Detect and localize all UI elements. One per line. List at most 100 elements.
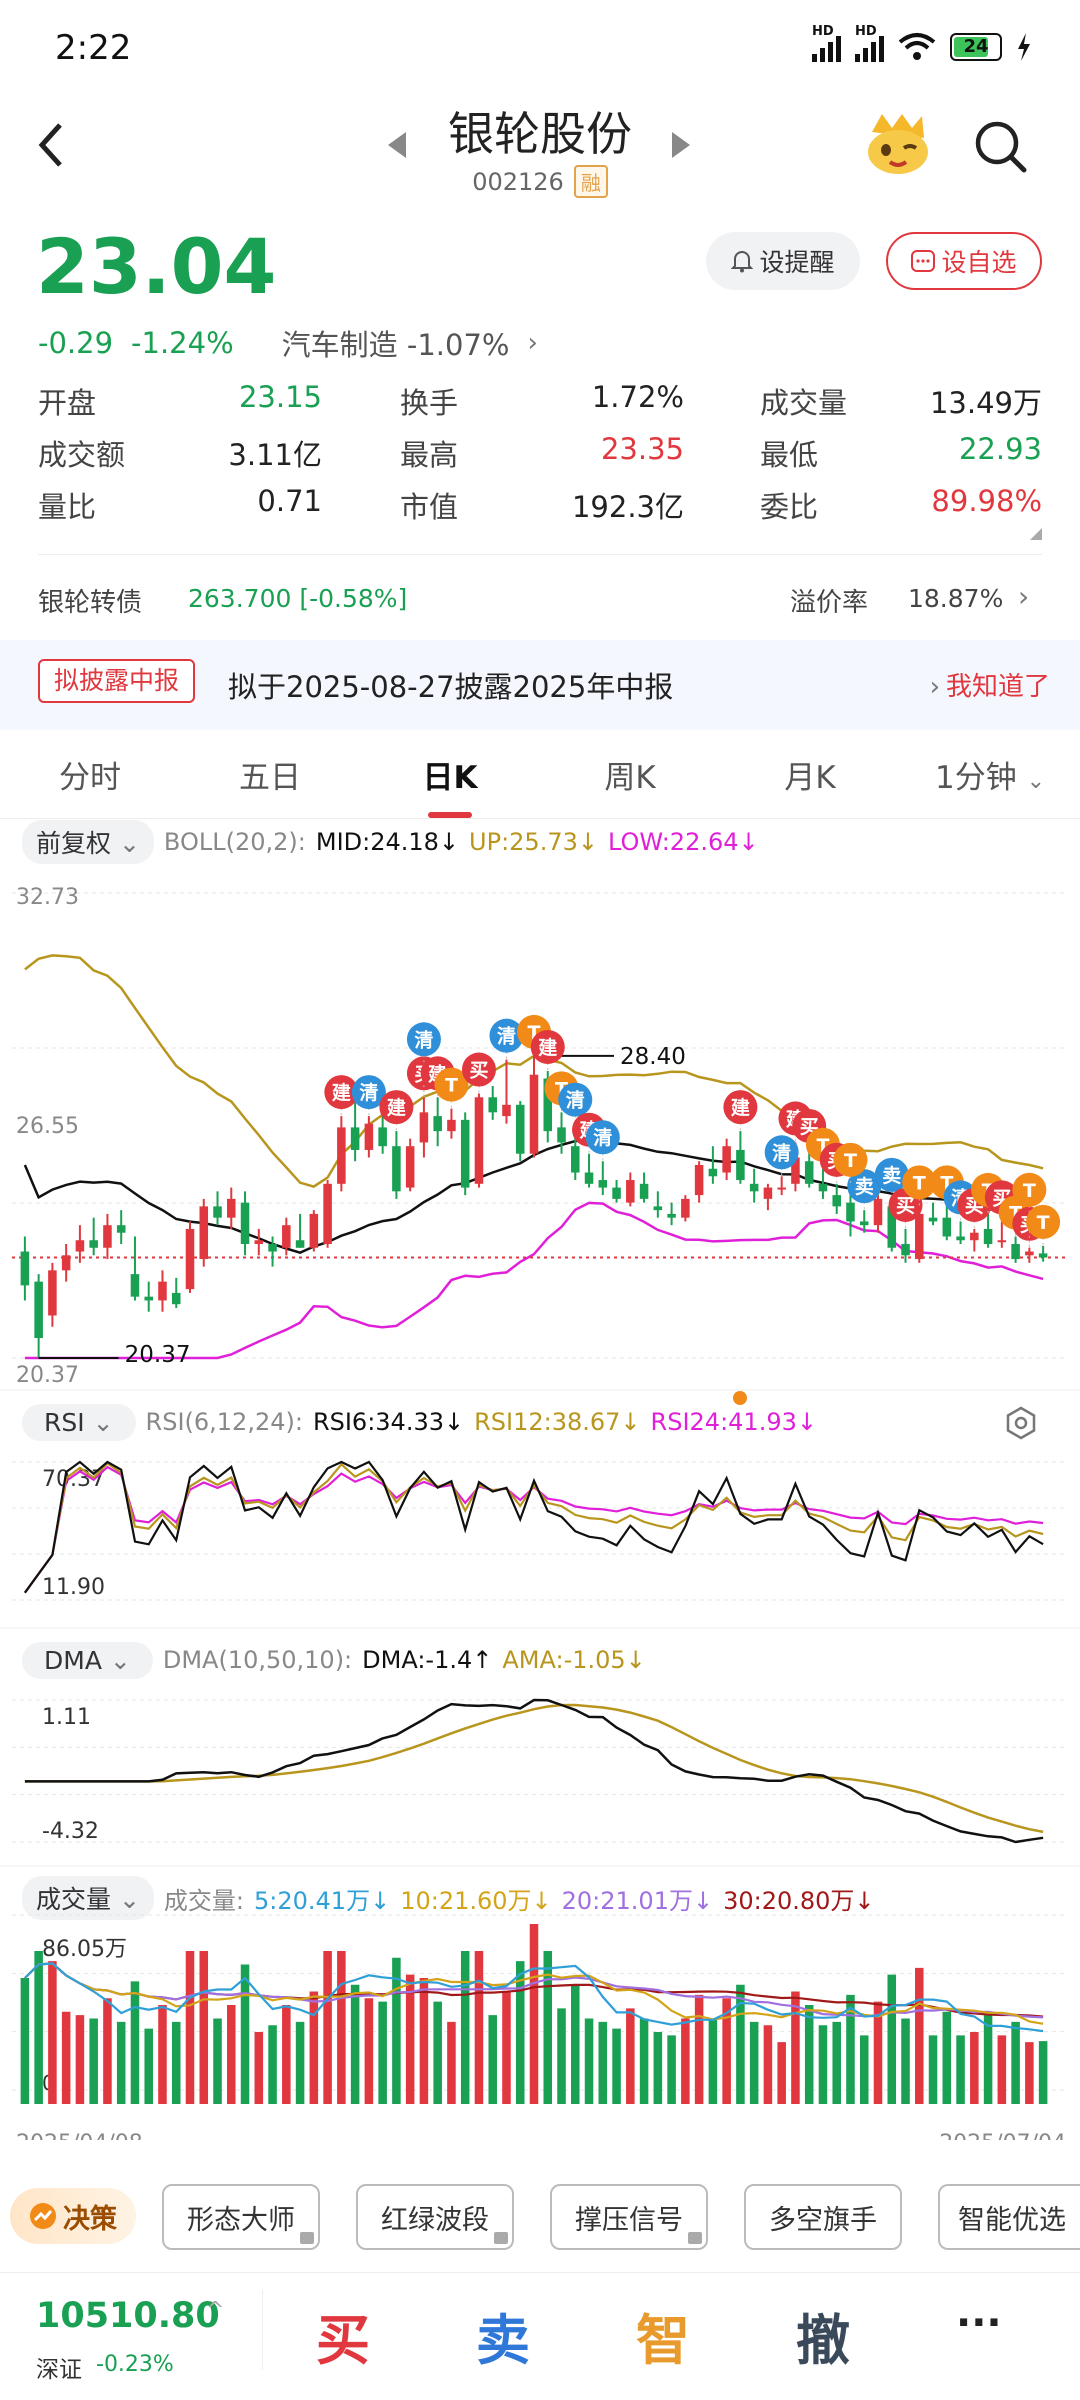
decision-button[interactable]: 决策 (10, 2188, 136, 2244)
notice-text: 拟于2025-08-27披露2025年中报 (228, 670, 674, 704)
feature-smart-pick[interactable]: 智能优选 (938, 2184, 1080, 2250)
volume-bar (433, 2001, 442, 2104)
y-axis-mid-label: 26.55 (16, 1114, 79, 1139)
volume-bar (529, 1924, 539, 2104)
battery-icon: 24 (950, 33, 1002, 61)
stock-code: 002126 (472, 167, 564, 196)
candle-body (447, 1119, 456, 1132)
feature-red-green-band[interactable]: 红绿波段 (356, 2184, 514, 2250)
index-value[interactable]: 10510.80 (36, 2296, 220, 2336)
stock-chart[interactable]: 28.4020.3732.7326.5520.37建清建买清建T买清T建T清建清… (0, 820, 1080, 2140)
volume-bar (116, 2021, 126, 2104)
volume-bar (323, 1951, 332, 2104)
mascot-icon[interactable] (862, 112, 932, 178)
volume-bar (447, 2021, 456, 2104)
volume-bar (405, 1974, 415, 2104)
candle-body (378, 1127, 387, 1147)
candle-body (1038, 1253, 1048, 1258)
caret-up-icon: ^ (206, 2298, 225, 2323)
tab-weekly-k[interactable]: 周K (540, 748, 720, 818)
trade-marker-label: 建 (332, 1081, 351, 1104)
candle-body (818, 1183, 828, 1192)
candle-body (20, 1251, 30, 1286)
volume-bar (268, 2025, 277, 2104)
candle-body (488, 1097, 497, 1113)
rsi6-line (24, 1460, 1044, 1594)
candle-body (915, 1213, 924, 1260)
candle-body (515, 1104, 525, 1154)
stat-value: 13.49万 (929, 386, 1042, 420)
set-alert-button[interactable]: 设提醒 (706, 232, 860, 290)
volume-bar (20, 1978, 30, 2104)
volume-bar (777, 2042, 786, 2104)
candle-body (130, 1274, 140, 1297)
more-button[interactable]: ··· (956, 2300, 1002, 2346)
volume-bar (199, 1951, 209, 2104)
volume-bar (667, 2035, 676, 2104)
tab-daily-k[interactable]: 日K (360, 748, 540, 818)
current-price: 23.04 (36, 222, 277, 311)
notice-dismiss-button[interactable]: › 我知道了 (930, 666, 1050, 703)
tab-five-day[interactable]: 五日 (180, 748, 360, 818)
candle-body (846, 1202, 855, 1222)
add-watchlist-button[interactable]: 设自选 (886, 232, 1042, 290)
high-label: 28.40 (620, 1044, 686, 1070)
volume-top-label: 86.05万 (42, 1937, 127, 1962)
stat-label: 成交额 (38, 438, 126, 472)
stat-label: 换手 (400, 386, 459, 420)
candle-body (364, 1123, 374, 1150)
trend-icon (30, 2203, 56, 2229)
candle-body (227, 1198, 236, 1218)
feature-bull-bear[interactable]: 多空旗手 (744, 2184, 902, 2250)
volume-bar (1011, 2021, 1020, 2104)
bond-name: 银轮转债 (38, 588, 143, 618)
volume-bar (942, 2011, 952, 2104)
stat-item: 委比 89.98% (760, 484, 1042, 524)
tab-minute[interactable]: 1分钟 ⌄ (900, 748, 1080, 818)
signal-icon: HD (812, 24, 841, 62)
smart-trade-button[interactable]: 智 (636, 2296, 690, 2375)
trade-marker-label: T (445, 1075, 458, 1097)
volume-bar (791, 1991, 800, 2104)
candle-body (61, 1255, 71, 1271)
divider (262, 2290, 263, 2370)
status-time: 2:22 (55, 28, 132, 68)
y-axis-bottom-label: 20.37 (16, 1363, 79, 1388)
expand-corner-icon[interactable] (1030, 528, 1042, 540)
volume-bar (956, 2035, 965, 2104)
candle-body (116, 1225, 126, 1233)
stat-value: 3.11亿 (228, 438, 322, 472)
trade-marker-label: 卖 (882, 1165, 901, 1187)
buy-button[interactable]: 买 (316, 2296, 370, 2375)
stat-item: 成交额 3.11亿 (38, 432, 322, 472)
volume-bar (282, 2005, 291, 2104)
search-icon[interactable] (972, 118, 1028, 174)
candle-body (626, 1180, 635, 1203)
volume-bar (515, 1961, 525, 2104)
convertible-bond-row[interactable]: 银轮转债 263.700 [-0.58%] 溢价率 18.87% › (38, 580, 1038, 620)
feature-pattern-master[interactable]: 形态大师 (162, 2184, 320, 2250)
feature-support-resistance[interactable]: 撑压信号 (550, 2184, 708, 2250)
stat-item: 成交量 13.49万 (760, 380, 1042, 420)
volume-bar (970, 2032, 979, 2104)
trade-marker-label: T (1037, 1212, 1050, 1234)
volume-bar (859, 2035, 869, 2104)
candle-body (48, 1270, 57, 1316)
volume-bar (34, 1951, 43, 2104)
tab-monthly-k[interactable]: 月K (720, 748, 900, 818)
stat-label: 成交量 (760, 386, 848, 420)
wifi-icon (898, 33, 936, 60)
sell-button[interactable]: 卖 (476, 2296, 530, 2375)
volume-bar (915, 1967, 924, 2104)
trade-marker-label: 清 (566, 1089, 585, 1112)
next-stock-arrow[interactable] (672, 132, 690, 158)
divider (0, 818, 1080, 819)
candle-body (268, 1244, 277, 1252)
cancel-order-button[interactable]: 撤 (796, 2296, 850, 2375)
industry-link[interactable]: 汽车制造 -1.07% (282, 322, 510, 364)
volume-bar (89, 2018, 98, 2104)
candle-body (103, 1225, 112, 1248)
candle-body (405, 1146, 415, 1188)
tab-intraday[interactable]: 分时 (0, 748, 180, 818)
period-tabs: 分时 五日 日K 周K 月K 1分钟 ⌄ (0, 748, 1080, 818)
